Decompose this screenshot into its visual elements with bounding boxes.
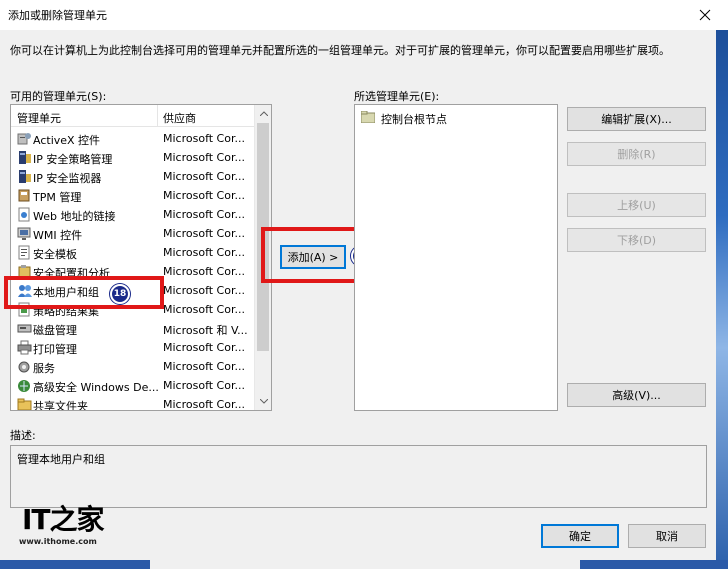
scroll-thumb[interactable] (257, 123, 269, 351)
list-item[interactable]: 磁盘管理 Microsoft 和 V... (11, 319, 255, 338)
ipsec-monitor-icon (19, 170, 31, 183)
description-box: 管理本地用户和组 (10, 445, 707, 508)
selected-snapins-list[interactable]: 控制台根节点 (354, 104, 558, 411)
available-snapins-list[interactable]: 管理单元 供应商 ActiveX 控件 Microsoft Cor... IP … (10, 104, 272, 411)
list-item[interactable]: WMI 控件 Microsoft Cor... (11, 224, 255, 243)
disk-icon (17, 324, 32, 333)
list-item[interactable]: 安全模板 Microsoft Cor... (11, 243, 255, 262)
firewall-icon (18, 380, 30, 392)
taskbar-strip (0, 560, 728, 569)
edit-extensions-button[interactable]: 编辑扩展(X)... (567, 107, 706, 131)
list-item[interactable]: 安全配置和分析 Microsoft Cor... (11, 262, 255, 281)
close-button[interactable] (682, 0, 728, 30)
list-item[interactable]: IP 安全策略管理 Microsoft Cor... (11, 148, 255, 167)
intro-text: 你可以在计算机上为此控制台选择可用的管理单元并配置所选的一组管理单元。对于可扩展… (10, 44, 670, 57)
list-item-selected[interactable]: 本地用户和组 Microsoft Cor... (11, 281, 255, 300)
chevron-up-icon (259, 111, 268, 116)
description-label: 描述: (10, 429, 36, 442)
selected-snapins-label: 所选管理单元(E): (354, 90, 440, 103)
ok-button[interactable]: 确定 (541, 524, 619, 548)
column-separator[interactable] (157, 105, 158, 127)
list-item[interactable]: 服务 Microsoft Cor... (11, 357, 255, 376)
web-link-icon (18, 207, 30, 222)
list-item[interactable]: 打印管理 Microsoft Cor... (11, 338, 255, 357)
scroll-up-button[interactable] (255, 105, 271, 122)
close-icon (699, 9, 711, 21)
folder-icon (361, 111, 375, 123)
list-item[interactable]: Web 地址的链接 Microsoft Cor... (11, 205, 255, 224)
list-item[interactable]: IP 安全监视器 Microsoft Cor... (11, 167, 255, 186)
ithome-logo: IT之家 (22, 503, 105, 536)
window-title: 添加或删除管理单元 (8, 9, 107, 22)
chevron-down-icon (259, 399, 268, 404)
move-down-button[interactable]: 下移(D) (567, 228, 706, 252)
security-template-icon (18, 245, 30, 260)
advanced-button[interactable]: 高级(V)... (567, 383, 706, 407)
description-text: 管理本地用户和组 (17, 453, 105, 466)
desktop-background-edge (716, 30, 728, 560)
list-item[interactable]: 共享文件夹 Microsoft Cor... (11, 395, 255, 410)
services-icon (18, 361, 30, 373)
scroll-down-button[interactable] (255, 393, 271, 410)
remove-button[interactable]: 删除(R) (567, 142, 706, 166)
ipsec-policy-icon (19, 151, 31, 164)
title-bar: 添加或删除管理单元 (0, 0, 728, 30)
activex-icon (17, 133, 31, 145)
step-marker-18: 18 (110, 284, 130, 304)
list-item[interactable]: 策略的结果集 Microsoft Cor... (11, 300, 255, 319)
add-button[interactable]: 添加(A) > (280, 245, 346, 269)
move-up-button[interactable]: 上移(U) (567, 193, 706, 217)
column-header-vendor[interactable]: 供应商 (163, 110, 196, 126)
cancel-button[interactable]: 取消 (628, 524, 706, 548)
list-item[interactable]: 高级安全 Windows De... Microsoft Cor... (11, 376, 255, 395)
shared-folder-icon (17, 398, 32, 410)
available-snapins-label: 可用的管理单元(S): (10, 90, 107, 103)
ithome-url: www.ithome.com (19, 537, 97, 546)
users-groups-icon (18, 285, 32, 297)
list-column-header: 管理单元 供应商 (11, 105, 255, 127)
add-remove-snapins-dialog: 添加或删除管理单元 你可以在计算机上为此控制台选择可用的管理单元并配置所选的一组… (0, 0, 728, 569)
vertical-scrollbar[interactable] (254, 105, 271, 410)
tpm-icon (18, 189, 30, 202)
printer-icon (17, 340, 32, 355)
column-header-name[interactable]: 管理单元 (17, 110, 61, 126)
security-config-icon (18, 265, 31, 278)
ithome-watermark: IT之家 www.ithome.com (16, 498, 106, 553)
list-item[interactable]: ActiveX 控件 Microsoft Cor... (11, 129, 255, 148)
wmi-icon (17, 227, 31, 240)
list-item[interactable]: TPM 管理 Microsoft Cor... (11, 186, 255, 205)
rsop-icon (18, 302, 30, 317)
